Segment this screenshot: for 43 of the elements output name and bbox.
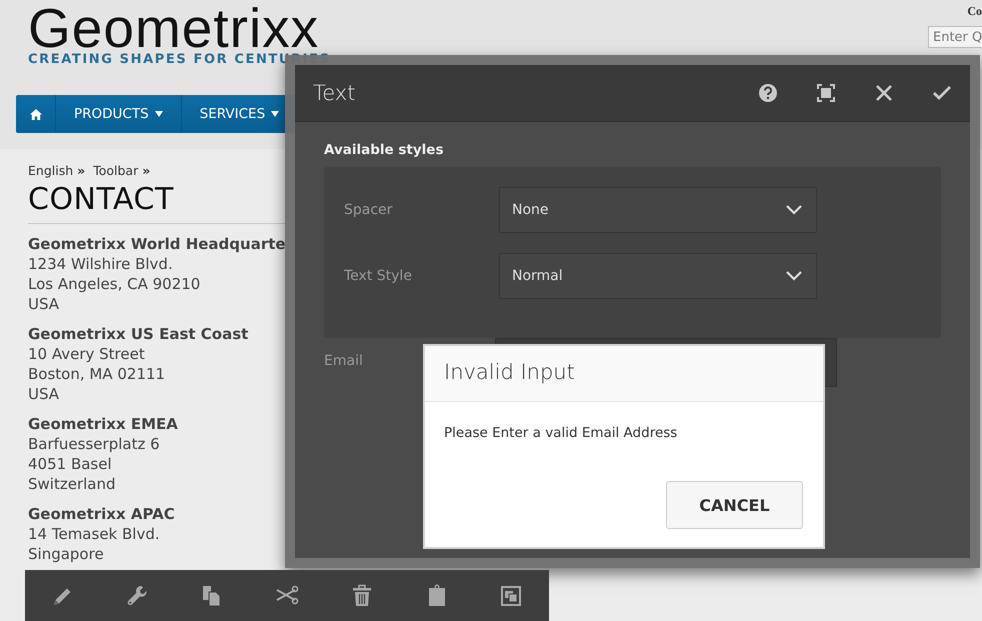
address-line: Singapore — [28, 544, 105, 564]
field-label: Text Style — [344, 268, 413, 284]
section-title: Available styles — [324, 142, 444, 158]
caret-icon — [154, 111, 163, 117]
breadcrumb-link[interactable]: English — [28, 163, 74, 178]
field-label: Email — [324, 353, 363, 369]
home-icon[interactable] — [30, 108, 42, 120]
address-line: Switzerland — [28, 474, 116, 494]
caret-icon — [271, 111, 280, 117]
cancel-button[interactable]: CANCEL — [666, 481, 803, 529]
help-icon[interactable] — [758, 83, 778, 103]
address-line: Boston, MA 02111 — [28, 364, 166, 384]
chevron-icon — [786, 205, 802, 215]
dialog-title: Text — [313, 81, 356, 105]
logo-text[interactable]: Geometrixx — [28, 4, 320, 52]
fullscreen-icon[interactable] — [816, 83, 836, 103]
office-name: Geometrixx World Headquarte — [28, 234, 287, 254]
office-name: Geometrixx EMEA — [28, 414, 179, 434]
breadcrumb-link[interactable]: Toolbar — [93, 163, 138, 178]
address-line: Los Angeles, CA 90210 — [28, 274, 202, 294]
office-name: Geometrixx APAC — [28, 504, 176, 524]
office-name: Geometrixx US East Coast — [28, 324, 250, 344]
address-line: Barfuesserplatz 6 — [28, 434, 161, 454]
address-line: 4051 Basel — [28, 454, 113, 474]
frame-icon[interactable] — [499, 584, 524, 608]
breadcrumb-separator: » — [142, 163, 150, 178]
breadcrumb-separator: » — [77, 163, 86, 178]
address-line: USA — [28, 294, 60, 314]
address-line: 14 Temasek Blvd. — [28, 524, 161, 544]
alert-message: Please Enter a valid Email Address — [443, 424, 678, 441]
header-text: Co — [967, 3, 982, 20]
address-line: 1234 Wilshire Blvd. — [28, 254, 174, 274]
alert-title: Invalid Input — [425, 346, 823, 402]
wrench-icon[interactable] — [125, 584, 150, 608]
nav-menu-item[interactable]: PRODUCTS — [56, 95, 182, 133]
address-line: 10 Avery Street — [28, 344, 146, 364]
address-line: USA — [28, 384, 60, 404]
search-field[interactable]: Enter Q — [928, 26, 982, 48]
chevron-icon — [786, 271, 802, 281]
dropdown[interactable]: None — [499, 187, 817, 233]
close-icon[interactable] — [874, 83, 894, 103]
field-label: Spacer — [344, 202, 394, 218]
dropdown[interactable]: Normal — [499, 253, 817, 299]
